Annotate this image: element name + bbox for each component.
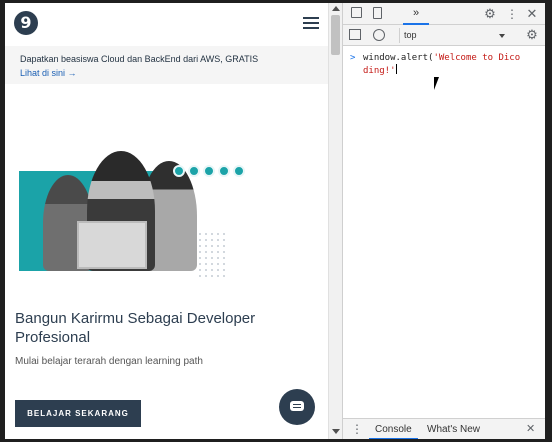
game-icon bbox=[233, 165, 245, 177]
console-toolbar: top ⚙ bbox=[343, 25, 545, 46]
more-options-icon[interactable]: ⋮ bbox=[505, 7, 519, 21]
hero-illustration bbox=[17, 151, 252, 281]
more-tabs-button[interactable]: » bbox=[403, 3, 429, 25]
tech-icon-strip bbox=[173, 165, 245, 177]
scroll-up-icon[interactable] bbox=[332, 6, 340, 11]
clear-console-icon[interactable] bbox=[373, 29, 385, 41]
device-toolbar-icon[interactable] bbox=[373, 7, 382, 19]
hero-title: Bangun Karirmu Sebagai Developer Profesi… bbox=[15, 310, 256, 346]
scroll-down-icon[interactable] bbox=[332, 429, 340, 434]
close-drawer-icon[interactable]: ✕ bbox=[526, 422, 535, 435]
promo-link[interactable]: Lihat di sini → bbox=[20, 68, 77, 78]
code-prefix: window.alert( bbox=[363, 53, 434, 63]
console-input[interactable]: window.alert('Welcome to Dicoding!' bbox=[363, 52, 523, 77]
page-scrollbar[interactable] bbox=[328, 3, 342, 439]
dot-pattern bbox=[197, 231, 227, 281]
start-learning-button[interactable]: BELAJAR SEKARANG bbox=[15, 400, 141, 427]
close-devtools-icon[interactable]: ✕ bbox=[525, 7, 539, 21]
cloud-icon bbox=[188, 165, 200, 177]
chat-button[interactable] bbox=[279, 389, 315, 425]
mouse-pointer-icon bbox=[434, 77, 439, 90]
mobile-icon bbox=[218, 165, 230, 177]
code-icon bbox=[173, 165, 185, 177]
web-icon bbox=[203, 165, 215, 177]
hero-subtitle: Mulai belajar terarah dengan learning pa… bbox=[15, 356, 203, 367]
execution-context-select[interactable]: top bbox=[399, 28, 511, 43]
drawer-menu-icon[interactable]: ⋮ bbox=[351, 422, 363, 436]
laptop-graphic bbox=[77, 221, 147, 269]
dicoding-logo[interactable]: 9 bbox=[14, 11, 38, 35]
devtools-toolbar: » ⚙ ⋮ ✕ bbox=[343, 3, 545, 25]
console-prompt-icon: > bbox=[350, 53, 356, 63]
site-header: 9 bbox=[5, 3, 328, 45]
hamburger-menu-icon[interactable] bbox=[303, 17, 319, 29]
chat-icon bbox=[290, 401, 304, 411]
settings-icon[interactable]: ⚙ bbox=[483, 7, 497, 21]
browser-window: 9 Dapatkan beasiswa Cloud dan BackEnd da… bbox=[5, 3, 545, 439]
inspect-element-icon[interactable] bbox=[351, 7, 362, 18]
text-caret bbox=[395, 64, 397, 74]
devtools-drawer: ⋮ Console What's New ✕ bbox=[343, 418, 545, 439]
promo-banner: Dapatkan beasiswa Cloud dan BackEnd dari… bbox=[5, 46, 328, 84]
scroll-thumb[interactable] bbox=[331, 15, 340, 55]
console-output[interactable]: > window.alert('Welcome to Dicoding!' bbox=[343, 47, 545, 415]
tab-whats-new[interactable]: What's New bbox=[421, 419, 486, 439]
console-sidebar-icon[interactable] bbox=[349, 29, 361, 40]
devtools-panel: » ⚙ ⋮ ✕ top ⚙ > window.alert('Welcome to… bbox=[342, 3, 545, 439]
web-page: 9 Dapatkan beasiswa Cloud dan BackEnd da… bbox=[5, 3, 328, 439]
console-settings-icon[interactable]: ⚙ bbox=[525, 28, 539, 42]
context-value: top bbox=[404, 30, 417, 40]
dropdown-arrow-icon bbox=[499, 34, 505, 38]
tab-console[interactable]: Console bbox=[369, 419, 418, 439]
promo-text: Dapatkan beasiswa Cloud dan BackEnd dari… bbox=[20, 54, 259, 64]
